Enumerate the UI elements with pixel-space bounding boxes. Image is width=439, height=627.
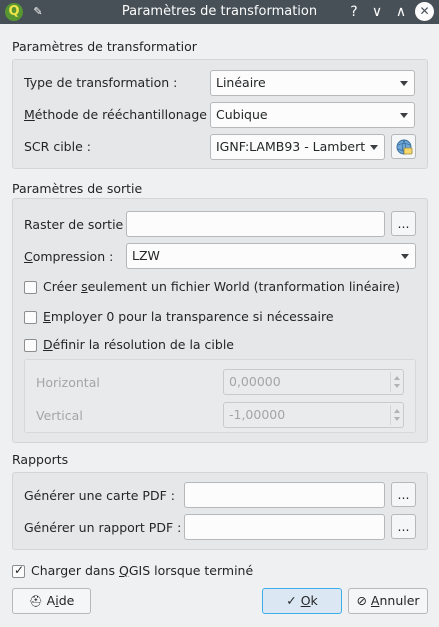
cancel-button[interactable]: ⊘ Annuler (348, 588, 428, 614)
resolution-label[interactable]: Définir la résolution de la cible (43, 337, 234, 352)
chevron-down-icon (370, 145, 378, 150)
pdf-report-input[interactable] (184, 514, 385, 540)
chevron-down-icon (400, 113, 408, 118)
load-in-qgis-checkbox[interactable] (12, 563, 25, 578)
resampling-method-combo[interactable]: Cubique (210, 102, 415, 128)
horizontal-spinbox[interactable]: 0,00000 (223, 369, 404, 395)
close-button[interactable]: ✕ (415, 2, 434, 21)
target-crs-value: IGNF:LAMB93 - Lambert (216, 139, 366, 154)
maximize-button[interactable]: ∧ (391, 2, 411, 22)
ok-button[interactable]: ✓ Ok (262, 588, 342, 614)
chevron-down-icon (400, 81, 408, 86)
transform-type-combo[interactable]: Linéaire (210, 70, 415, 96)
compression-value: LZW (132, 248, 160, 263)
minimize-button[interactable]: ∨ (367, 2, 387, 22)
output-group-title: Paramètres de sortie (12, 181, 143, 196)
world-file-label[interactable]: Créer seulement un fichier World (tranfo… (43, 279, 400, 294)
reports-group-title: Rapports (12, 452, 69, 467)
resampling-method-value: Cubique (216, 107, 268, 122)
horizontal-label: Horizontal (36, 375, 100, 390)
vertical-label: Vertical (36, 408, 83, 423)
spin-up-icon[interactable] (394, 376, 400, 380)
pdf-report-browse-button[interactable]: ... (391, 514, 416, 539)
compression-combo[interactable]: LZW (126, 243, 416, 269)
pdf-map-label: Générer une carte PDF : (24, 488, 175, 503)
output-raster-label: Raster de sortie (24, 217, 124, 232)
transform-type-value: Linéaire (216, 75, 266, 90)
transform-group-title: Paramètres de transformatior (12, 39, 197, 54)
globe-icon (396, 139, 413, 155)
help-button[interactable]: ⛑ Aide (12, 588, 91, 614)
cancel-icon: ⊘ (356, 593, 367, 608)
help-question-button[interactable]: ? (344, 2, 364, 22)
resolution-checkbox[interactable] (24, 339, 37, 352)
pdf-map-input[interactable] (184, 482, 385, 508)
spin-down-icon[interactable] (394, 384, 400, 388)
checkmark-icon: ✓ (286, 593, 297, 608)
chevron-down-icon (401, 254, 409, 259)
target-crs-label: SCR cible : (24, 139, 91, 154)
pdf-map-browse-button[interactable]: ... (391, 482, 416, 507)
output-raster-browse-button[interactable]: ... (391, 211, 416, 236)
transform-type-label: Type de transformation : (24, 75, 178, 90)
resampling-method-label: Méthode de rééchantillonage (24, 107, 207, 122)
crs-selector-button[interactable] (391, 134, 416, 159)
spin-up-icon[interactable] (394, 409, 400, 413)
title-bar: Q ✎ Paramètres de transformation ? ∨ ∧ ✕ (0, 0, 439, 24)
output-raster-input[interactable] (126, 211, 385, 237)
pdf-report-label: Générer un rapport PDF : (24, 520, 182, 535)
target-crs-combo[interactable]: IGNF:LAMB93 - Lambert (210, 134, 385, 160)
world-file-checkbox[interactable] (24, 281, 37, 294)
spin-down-icon[interactable] (394, 417, 400, 421)
vertical-spinbox[interactable]: -1,00000 (223, 402, 404, 428)
load-in-qgis-label[interactable]: Charger dans QGIS lorsque terminé (31, 563, 253, 578)
transparency-checkbox[interactable] (24, 311, 37, 324)
vertical-value: -1,00000 (229, 407, 286, 422)
compression-label: Compression : (24, 249, 114, 264)
lifebuoy-icon: ⛑ (28, 595, 43, 608)
transparency-label[interactable]: Employer 0 pour la transparence si néces… (43, 309, 334, 324)
horizontal-value: 0,00000 (229, 374, 281, 389)
